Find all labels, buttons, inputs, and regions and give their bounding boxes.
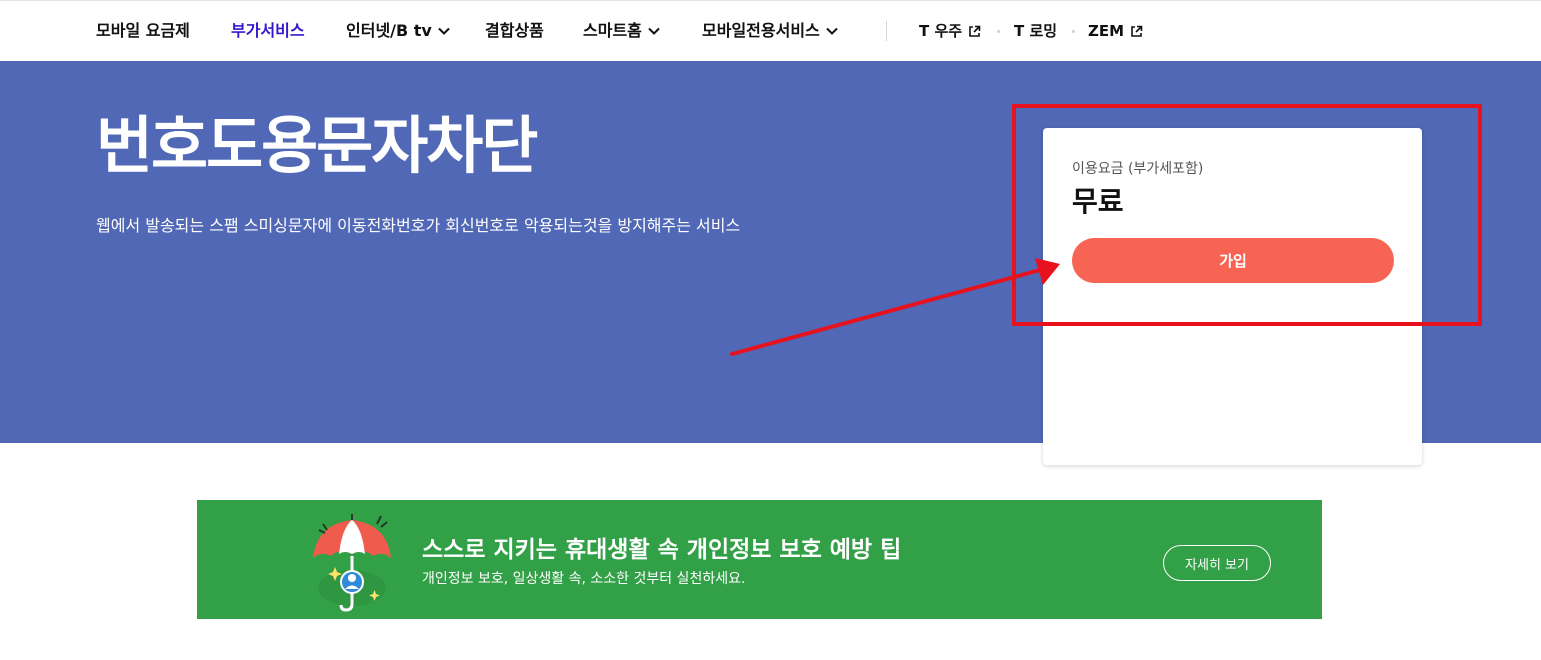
nav-item-internet-btv[interactable]: 인터넷/B tv <box>346 19 450 43</box>
banner-title: 스스로 지키는 휴대생활 속 개인정보 보호 예방 팁 <box>422 537 902 563</box>
nav-separator-dot <box>1072 30 1075 33</box>
fee-value: 무료 <box>1072 185 1124 218</box>
nav-item-bundles[interactable]: 결합상품 <box>485 19 544 43</box>
nav-separator-dot <box>997 30 1000 33</box>
privacy-tips-banner[interactable]: 스스로 지키는 휴대생활 속 개인정보 보호 예방 팁 개인정보 보호, 일상생… <box>197 500 1322 619</box>
umbrella-icon <box>313 514 391 612</box>
external-link-icon <box>969 25 981 37</box>
nav-item-label: 모바일 요금제 <box>96 21 190 40</box>
price-card: 이용요금 (부가세포함) 무료 가입 <box>1043 128 1422 465</box>
nav-item-label: 결합상품 <box>485 21 544 40</box>
see-more-button[interactable]: 자세히 보기 <box>1163 545 1271 581</box>
join-button[interactable]: 가입 <box>1072 238 1394 283</box>
nav-item-mobile-plans[interactable]: 모바일 요금제 <box>96 19 190 43</box>
nav-item-mobile-only-services[interactable]: 모바일전용서비스 <box>702 19 838 43</box>
service-description: 웹에서 발송되는 스팸 스미싱문자에 이동전화번호가 회신번호로 악용되는것을 … <box>96 216 741 235</box>
nav-item-t-roaming[interactable]: T 로밍 <box>1014 19 1057 43</box>
external-link-icon <box>1131 25 1143 37</box>
nav-item-label: ZEM <box>1088 22 1125 40</box>
nav-item-label: T 우주 <box>919 22 963 40</box>
top-navigation: 모바일 요금제 부가서비스 인터넷/B tv 결합상품 스마트홈 모바일전용서비… <box>0 0 1541 60</box>
nav-item-label: 인터넷/B tv <box>346 21 432 40</box>
nav-item-smarthome[interactable]: 스마트홈 <box>583 19 660 43</box>
nav-item-additional-services[interactable]: 부가서비스 <box>231 19 305 43</box>
banner-subtitle: 개인정보 보호, 일상생활 속, 소소한 것부터 실천하세요. <box>422 571 746 587</box>
nav-item-label: 모바일전용서비스 <box>702 21 820 40</box>
fee-label: 이용요금 (부가세포함) <box>1072 161 1204 177</box>
page-title: 번호도용문자차단 <box>96 109 538 182</box>
nav-item-label: 부가서비스 <box>231 21 305 40</box>
chevron-down-icon <box>648 27 660 35</box>
nav-divider <box>886 21 887 41</box>
nav-item-zem[interactable]: ZEM <box>1088 19 1143 43</box>
nav-item-t-universe[interactable]: T 우주 <box>919 19 981 43</box>
nav-item-label: 스마트홈 <box>583 21 642 40</box>
chevron-down-icon <box>438 27 450 35</box>
nav-item-label: T 로밍 <box>1014 22 1058 40</box>
chevron-down-icon <box>826 27 838 35</box>
